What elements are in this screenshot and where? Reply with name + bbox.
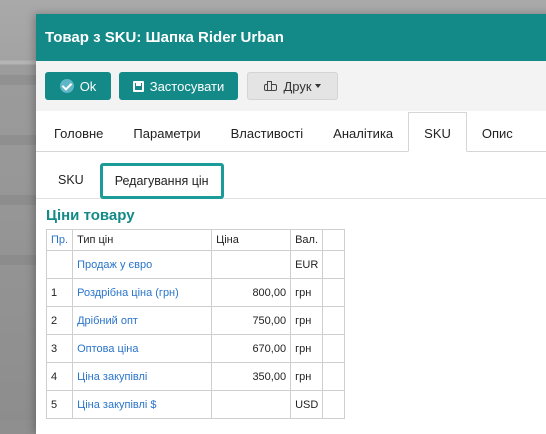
price-type-link[interactable]: Продаж у євро — [72, 250, 213, 279]
subtab-price-editing[interactable]: Редагування цін — [99, 163, 224, 199]
tab-label: Головне — [54, 125, 104, 141]
tab-label: Параметри — [133, 125, 201, 141]
tab-label: SKU — [424, 125, 451, 141]
printer-icon — [264, 80, 278, 92]
table-row[interactable]: 2 Дрібний опт 750,00 грн — [45, 306, 346, 335]
subtab-sku[interactable]: SKU — [46, 162, 96, 198]
cell-number — [45, 250, 74, 279]
tab-sku[interactable]: SKU — [408, 112, 467, 152]
backdrop-shape — [0, 195, 36, 205]
price-input[interactable]: 350,00 — [211, 362, 292, 391]
table-row[interactable]: 4 Ціна закупівлі 350,00 грн — [45, 362, 346, 391]
tab-label: Опис — [481, 125, 513, 141]
cell-currency: EUR — [290, 250, 324, 279]
price-type-link[interactable]: Оптова ціна — [72, 334, 213, 363]
price-input[interactable]: 670,00 — [211, 334, 292, 363]
tab-label: Властивості — [230, 125, 304, 141]
ok-button-label: Ok — [79, 78, 97, 94]
subtab-label: SKU — [58, 173, 84, 187]
cell-number: 4 — [45, 362, 74, 391]
price-input[interactable] — [211, 390, 292, 419]
table-row[interactable]: Продаж у євро EUR — [45, 250, 346, 279]
table-row[interactable]: 1 Роздрібна ціна (грн) 800,00 грн — [45, 278, 346, 307]
price-input[interactable] — [211, 250, 292, 279]
cell-extra — [322, 334, 346, 363]
price-type-link[interactable]: Дрібний опт — [72, 306, 213, 335]
ok-button[interactable]: Ok — [45, 72, 111, 100]
cell-extra — [322, 362, 346, 391]
column-header-currency[interactable]: Вал. — [290, 229, 324, 251]
cell-extra — [322, 278, 346, 307]
cell-number: 2 — [45, 306, 74, 335]
dialog-title: Товар з SKU: Шапка Rider Urban — [45, 29, 284, 46]
caret-down-icon — [314, 84, 321, 88]
column-header-price-type[interactable]: Тип цін — [72, 229, 213, 251]
tab-description[interactable]: Опис — [467, 115, 528, 151]
cell-extra — [322, 306, 346, 335]
sub-tabs: SKU Редагування цін — [36, 152, 546, 199]
table-row[interactable]: 5 Ціна закупівлі $ USD — [45, 390, 346, 419]
cell-currency: грн — [290, 278, 324, 307]
table-header-row: Пр. Тип цін Ціна Вал. — [45, 229, 346, 251]
cell-extra — [322, 250, 346, 279]
print-button-label: Друк — [283, 78, 312, 94]
column-header-number[interactable]: Пр. — [45, 229, 74, 251]
column-header-price[interactable]: Ціна — [211, 229, 292, 251]
tab-analytics[interactable]: Аналітика — [318, 115, 408, 151]
cell-number: 3 — [45, 334, 74, 363]
cell-currency: грн — [290, 306, 324, 335]
subtab-label: Редагування цін — [114, 174, 209, 188]
tab-properties[interactable]: Властивості — [216, 115, 319, 151]
tab-label: Аналітика — [333, 125, 394, 141]
cell-currency: USD — [290, 390, 324, 419]
product-dialog: Товар з SKU: Шапка Rider Urban Ok Застос… — [36, 14, 546, 434]
price-type-link[interactable]: Ціна закупівлі $ — [72, 390, 213, 419]
dialog-titlebar: Товар з SKU: Шапка Rider Urban — [36, 14, 546, 61]
prices-section-title: Ціни товару — [46, 207, 135, 224]
cell-currency: грн — [290, 362, 324, 391]
cell-number: 1 — [45, 278, 74, 307]
tab-main[interactable]: Головне — [39, 115, 118, 151]
backdrop-shape — [0, 75, 36, 85]
backdrop-shape — [0, 255, 36, 265]
dialog-toolbar: Ok Застосувати Друк — [36, 61, 546, 111]
price-type-link[interactable]: Роздрібна ціна (грн) — [72, 278, 213, 307]
save-icon — [132, 80, 144, 92]
apply-button-label: Застосувати — [149, 78, 225, 94]
price-input[interactable]: 750,00 — [211, 306, 292, 335]
prices-table: Пр. Тип цін Ціна Вал. Продаж у євро EUR … — [45, 229, 346, 419]
check-circle-icon — [59, 79, 74, 93]
price-type-link[interactable]: Ціна закупівлі — [72, 362, 213, 391]
cell-currency: грн — [290, 334, 324, 363]
cell-extra — [322, 390, 346, 419]
table-row[interactable]: 3 Оптова ціна 670,00 грн — [45, 334, 346, 363]
tab-parameters[interactable]: Параметри — [118, 115, 215, 151]
column-header-extra — [322, 229, 346, 251]
main-tabs: Головне Параметри Властивості Аналітика … — [36, 111, 546, 152]
print-button[interactable]: Друк — [247, 72, 338, 100]
price-input[interactable]: 800,00 — [211, 278, 292, 307]
apply-button[interactable]: Застосувати — [119, 72, 238, 100]
backdrop-shape — [0, 135, 36, 145]
cell-number: 5 — [45, 390, 74, 419]
